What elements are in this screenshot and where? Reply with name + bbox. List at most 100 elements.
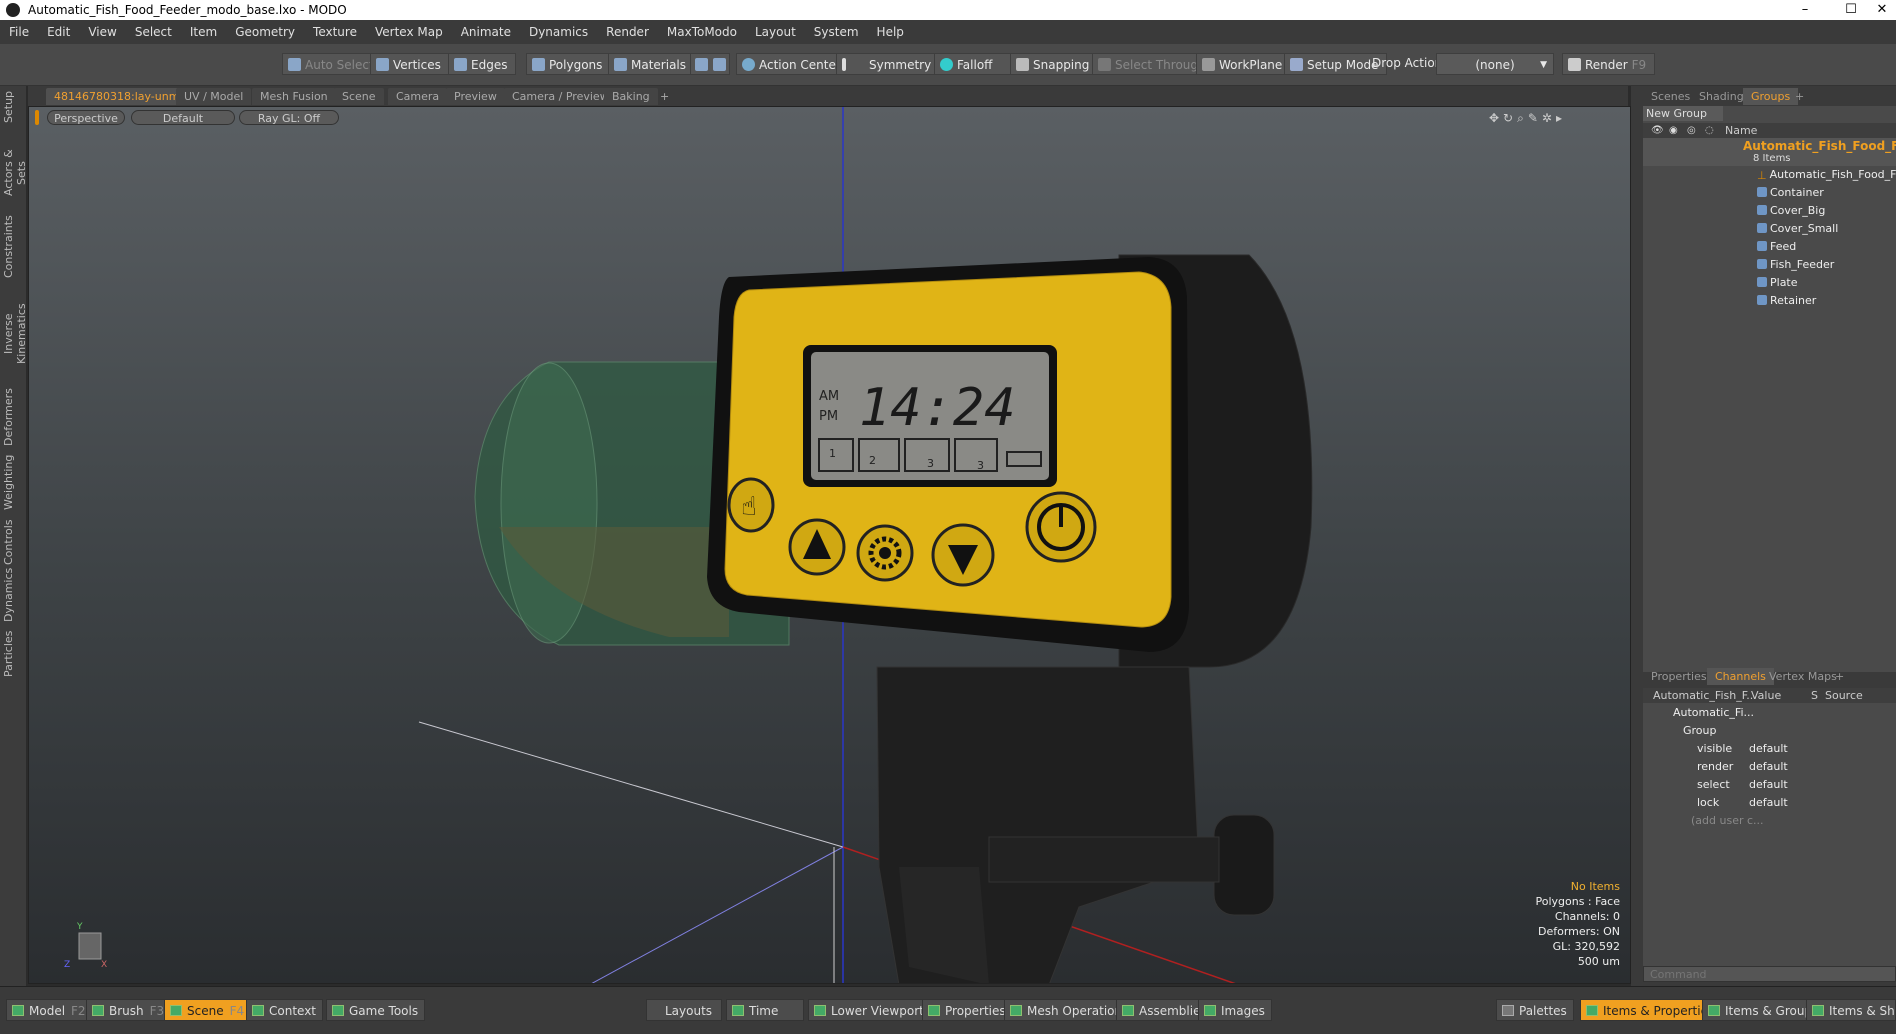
menu-geometry[interactable]: Geometry: [235, 25, 295, 39]
new-group-button[interactable]: New Group: [1643, 106, 1723, 121]
tab-uv-model[interactable]: UV / Model: [176, 88, 252, 105]
action-center-button[interactable]: Action Center: [736, 53, 850, 75]
menu-file[interactable]: File: [9, 25, 29, 39]
drop-action-value: (none): [1475, 58, 1515, 72]
menu-vertex-map[interactable]: Vertex Map: [375, 25, 443, 39]
scene-layout-button[interactable]: Scene F4: [164, 999, 252, 1021]
tab-controls[interactable]: Controls: [2, 518, 22, 566]
tab-scene[interactable]: Scene: [334, 88, 384, 105]
group-root-row[interactable]: Automatic_Fish_Food_Fe... 8 Items: [1643, 138, 1896, 166]
snapping-button[interactable]: Snapping: [1010, 53, 1099, 75]
time-icon: [732, 1005, 744, 1016]
workplane-button[interactable]: WorkPlane: [1196, 53, 1292, 75]
context-layout-button[interactable]: Context: [246, 999, 324, 1021]
group-child-item[interactable]: Cover_Big: [1757, 204, 1825, 219]
menu-dynamics[interactable]: Dynamics: [529, 25, 588, 39]
menu-texture[interactable]: Texture: [313, 25, 357, 39]
brush-layout-button[interactable]: Brush F3: [86, 999, 172, 1021]
select-toggle-icon[interactable]: ◌: [1705, 125, 1714, 136]
tab-particles[interactable]: Particles: [2, 630, 22, 678]
menu-layout[interactable]: Layout: [755, 25, 796, 39]
menu-select[interactable]: Select: [135, 25, 172, 39]
palettes-button[interactable]: Palettes: [1496, 999, 1574, 1021]
mesh-icon: [1757, 241, 1767, 251]
render-toggle-icon[interactable]: ◉: [1669, 125, 1678, 136]
add-channel-tab[interactable]: +: [1827, 668, 1852, 685]
menu-view[interactable]: View: [88, 25, 116, 39]
add-user-channel[interactable]: (add user c...: [1691, 814, 1764, 829]
tab-preview[interactable]: Preview: [446, 88, 505, 105]
falloff-button[interactable]: Falloff: [934, 53, 1014, 75]
command-input[interactable]: [1643, 966, 1896, 982]
layouts-button[interactable]: Layouts: [646, 999, 722, 1021]
model-layout-button[interactable]: Model F2: [6, 999, 93, 1021]
tab-actors-sets[interactable]: Actors & Sets: [2, 138, 28, 208]
tab-mesh-fusion[interactable]: Mesh Fusion: [252, 88, 336, 105]
lock-icon[interactable]: ◎: [1687, 125, 1696, 136]
tab-weighting[interactable]: Weighting: [2, 454, 22, 510]
properties-button[interactable]: Properties: [922, 999, 1013, 1021]
tab-baking[interactable]: Baking: [604, 88, 658, 105]
lower-viewports-button[interactable]: Lower Viewports: [808, 999, 938, 1021]
channel-name: lock: [1697, 796, 1720, 809]
menu-system[interactable]: System: [814, 25, 859, 39]
items-shading-button[interactable]: Items & Shadi: [1806, 999, 1896, 1021]
vertices-button[interactable]: Vertices: [370, 53, 450, 75]
eye-icon[interactable]: 👁: [1651, 125, 1664, 136]
close-button[interactable]: ✕: [1868, 0, 1896, 20]
stats-polygons: Polygons : Face: [1535, 895, 1620, 908]
tab-inverse-kinematics[interactable]: Inverse Kinematics: [2, 286, 28, 382]
group-child-item[interactable]: Feed: [1757, 240, 1796, 255]
group-child-item[interactable]: ⊥Automatic_Fish_Food_Feeder: [1757, 168, 1896, 183]
symmetry-button[interactable]: Symmetry: [836, 53, 936, 75]
tab-setup[interactable]: Setup: [2, 90, 22, 124]
edges-button[interactable]: Edges: [448, 53, 517, 75]
drop-action-select[interactable]: (none) ▼: [1436, 53, 1554, 75]
stats-scale: 500 um: [1577, 955, 1620, 968]
items-properties-button[interactable]: Items & Properties: [1580, 999, 1722, 1021]
auto-select-button[interactable]: Auto Select: [282, 53, 383, 75]
tab-camera-preview[interactable]: Camera / Preview: [504, 88, 617, 105]
group-child-item[interactable]: Cover_Small: [1757, 222, 1838, 237]
menu-item[interactable]: Item: [190, 25, 217, 39]
add-panel-tab[interactable]: +: [1787, 88, 1812, 105]
symmetry-label: Symmetry: [869, 58, 932, 72]
select-through-icon: [1098, 58, 1111, 71]
time-button[interactable]: Time: [726, 999, 804, 1021]
channel-value-select[interactable]: default: [1749, 778, 1788, 793]
menu-help[interactable]: Help: [877, 25, 904, 39]
group-child-item[interactable]: Plate: [1757, 276, 1798, 291]
stats-items: No Items: [1570, 880, 1620, 893]
select-mode-icons[interactable]: [690, 53, 730, 75]
action-center-label: Action Center: [759, 58, 841, 72]
channel-value-select[interactable]: default: [1749, 742, 1788, 757]
tab-deformers[interactable]: Deformers: [2, 388, 22, 446]
tab-camera[interactable]: Camera: [388, 88, 448, 105]
3d-viewport[interactable]: Perspective Default Ray GL: Off ✥↻⌕✎✲▸ A…: [28, 106, 1631, 984]
group-child-item[interactable]: Retainer: [1757, 294, 1816, 309]
group-child-item[interactable]: Container: [1757, 186, 1824, 201]
channel-item-row[interactable]: Automatic_Fi...: [1673, 706, 1754, 721]
tab-dynamics[interactable]: Dynamics: [2, 568, 22, 622]
menu-animate[interactable]: Animate: [461, 25, 511, 39]
channel-value-select[interactable]: default: [1749, 760, 1788, 775]
render-button[interactable]: Render F9: [1562, 53, 1656, 75]
polygons-button[interactable]: Polygons: [526, 53, 612, 75]
channel-group-row[interactable]: Group: [1683, 724, 1717, 739]
materials-button[interactable]: Materials: [608, 53, 696, 75]
tab-constraints[interactable]: Constraints: [2, 215, 22, 278]
images-button[interactable]: Images: [1198, 999, 1272, 1021]
tab-scenes[interactable]: Scenes: [1643, 88, 1698, 105]
tab-properties[interactable]: Properties: [1643, 668, 1715, 685]
name-column-header: Name: [1725, 124, 1758, 137]
menu-render[interactable]: Render: [606, 25, 649, 39]
menu-maxtomodo[interactable]: MaxToModo: [667, 25, 737, 39]
group-child-item[interactable]: Fish_Feeder: [1757, 258, 1834, 273]
menu-edit[interactable]: Edit: [47, 25, 70, 39]
channel-value-select[interactable]: default: [1749, 796, 1788, 811]
add-tab-button[interactable]: +: [652, 88, 677, 105]
game-tools-layout-button[interactable]: Game Tools: [326, 999, 426, 1021]
mesh-operations-label: Mesh Operations: [1027, 1004, 1129, 1018]
assemblies-icon: [1122, 1005, 1134, 1016]
minimize-button[interactable]: –: [1782, 0, 1828, 20]
